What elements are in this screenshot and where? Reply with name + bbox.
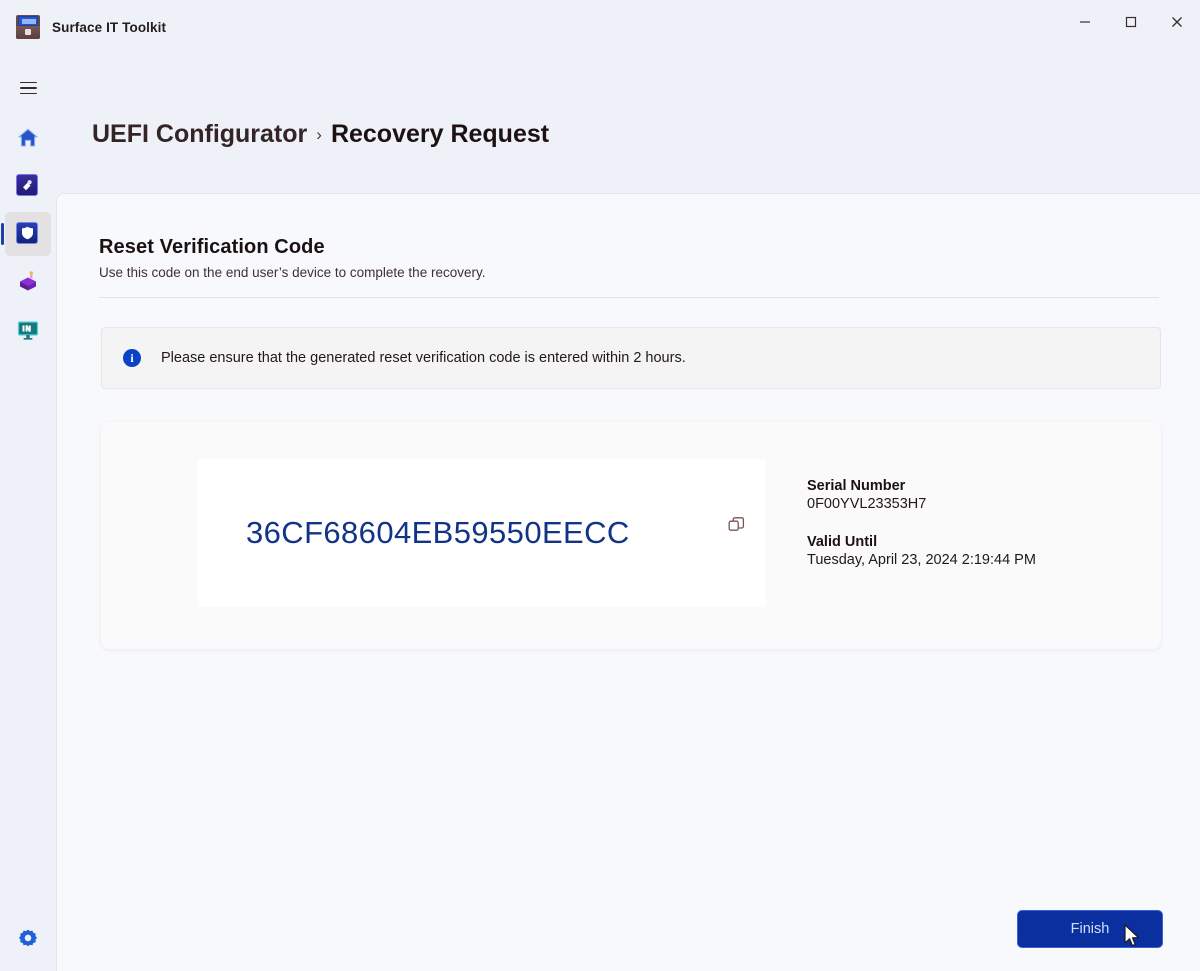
serial-number-value: 0F00YVL23353H7 bbox=[807, 496, 927, 512]
header-divider bbox=[99, 297, 1159, 298]
maximize-icon[interactable] bbox=[1108, 0, 1154, 44]
monitor-diagnostics-icon bbox=[16, 318, 40, 342]
breadcrumb: UEFI Configurator › Recovery Request bbox=[92, 120, 549, 149]
breadcrumb-current: Recovery Request bbox=[330, 120, 550, 148]
sidebar-nav bbox=[0, 114, 56, 354]
content-panel: Reset Verification Code Use this code on… bbox=[56, 193, 1200, 971]
copy-icon[interactable] bbox=[720, 508, 752, 540]
page-subtitle: Use this code on the end user’s device t… bbox=[99, 265, 486, 280]
page-title: Reset Verification Code bbox=[99, 236, 325, 258]
device-details: Serial Number 0F00YVL23353H7 Valid Until… bbox=[807, 478, 1036, 568]
close-icon[interactable] bbox=[1154, 0, 1200, 44]
sidebar-item-home[interactable] bbox=[0, 114, 56, 162]
shield-uefi-configurator-icon bbox=[16, 222, 40, 246]
serial-number-label: Serial Number bbox=[807, 478, 906, 494]
sidebar-item-data-eraser[interactable] bbox=[0, 162, 56, 210]
finish-button[interactable]: Finish bbox=[1017, 910, 1163, 948]
info-banner: i Please ensure that the generated reset… bbox=[101, 327, 1161, 389]
info-banner-text: Please ensure that the generated reset v… bbox=[161, 350, 686, 366]
sidebar bbox=[0, 54, 56, 971]
info-circle-icon: i bbox=[123, 349, 141, 367]
app-window: Surface IT Toolkit UEFI Configurator › R… bbox=[0, 0, 1200, 971]
title-bar: Surface IT Toolkit bbox=[0, 0, 1200, 54]
window-controls bbox=[1062, 0, 1200, 44]
sidebar-item-uefi-configurator[interactable] bbox=[0, 210, 56, 258]
hamburger-menu-icon[interactable] bbox=[10, 70, 46, 106]
package-builder-icon bbox=[16, 270, 40, 294]
valid-until-label: Valid Until bbox=[807, 534, 878, 550]
valid-until-value: Tuesday, April 23, 2024 2:19:44 PM bbox=[807, 552, 1036, 568]
verification-code-card: 36CF68604EB59550EECC Serial Number 0F00Y… bbox=[101, 422, 1161, 649]
verification-code-box: 36CF68604EB59550EECC bbox=[198, 459, 766, 607]
toolkit-briefcase-icon bbox=[16, 15, 40, 39]
minimize-icon[interactable] bbox=[1062, 0, 1108, 44]
data-eraser-icon bbox=[16, 174, 40, 198]
sidebar-item-package-builder[interactable] bbox=[0, 258, 56, 306]
verification-code-value: 36CF68604EB59550EECC bbox=[246, 515, 630, 550]
home-icon bbox=[16, 126, 40, 150]
chevron-right-icon: › bbox=[316, 125, 322, 144]
sidebar-item-diagnostics[interactable] bbox=[0, 306, 56, 354]
breadcrumb-parent[interactable]: UEFI Configurator bbox=[92, 120, 307, 149]
app-title: Surface IT Toolkit bbox=[52, 19, 167, 35]
gear-icon[interactable] bbox=[10, 921, 46, 957]
